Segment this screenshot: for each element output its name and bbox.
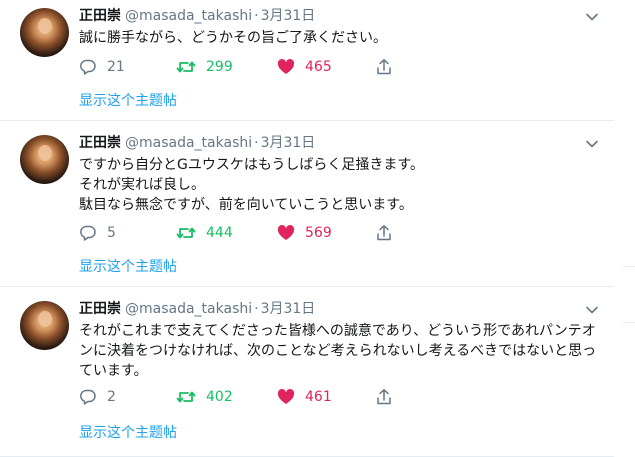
divider [622, 322, 635, 323]
reply-count: 5 [107, 225, 116, 241]
author-name[interactable]: 正田崇 [79, 135, 121, 151]
chevron-down-icon[interactable] [584, 9, 600, 25]
retweet-count: 402 [206, 389, 233, 405]
author-handle[interactable]: @masada_takashi [125, 8, 252, 24]
retweet-button[interactable]: 299 [176, 57, 233, 77]
timeline: 正田崇 @masada_takashi · 3月31日 誠に勝手ながら、どうかその旨ご… [0, 0, 614, 457]
like-button[interactable]: 465 [277, 57, 332, 77]
reply-icon [79, 58, 97, 76]
share-icon [375, 224, 393, 242]
author-handle[interactable]: @masada_takashi [125, 301, 252, 317]
like-count: 461 [305, 389, 332, 405]
tweet[interactable]: 正田崇 @masada_takashi · 3月31日 誠に勝手ながら、どうかその旨ご… [0, 0, 614, 121]
author-name[interactable]: 正田崇 [79, 8, 121, 24]
heart-icon [277, 58, 295, 76]
chevron-down-icon[interactable] [584, 136, 600, 152]
reply-button[interactable]: 5 [79, 223, 116, 243]
side-gutter [614, 0, 635, 456]
tweet-text: ですから自分とGユウスケはもうしばらく足掻きます。 それが実れば良し。 駄目なら… [79, 157, 425, 213]
tweet-text: 誠に勝手ながら、どうかその旨ご了承ください。 [79, 30, 387, 46]
retweet-button[interactable]: 444 [176, 223, 233, 243]
retweet-icon [176, 58, 196, 76]
share-icon [375, 388, 393, 406]
reply-count: 2 [107, 389, 116, 405]
tweet-header: 正田崇 @masada_takashi · 3月31日 [79, 299, 315, 319]
tweet-header: 正田崇 @masada_takashi · 3月31日 [79, 133, 315, 153]
like-count: 465 [305, 59, 332, 75]
reply-button[interactable]: 2 [79, 387, 116, 407]
like-count: 569 [305, 225, 332, 241]
retweet-count: 299 [206, 59, 233, 75]
reply-icon [79, 224, 97, 242]
heart-icon [277, 224, 295, 242]
tweet[interactable]: 正田崇 @masada_takashi · 3月31日 ですから自分とGユウスケはもう… [0, 121, 614, 287]
heart-icon [277, 388, 295, 406]
reply-icon [79, 388, 97, 406]
tweet-header: 正田崇 @masada_takashi · 3月31日 [79, 6, 315, 26]
share-button[interactable] [375, 57, 393, 77]
show-thread-link[interactable]: 显示这个主题帖 [79, 257, 177, 277]
show-thread-link[interactable]: 显示这个主题帖 [79, 91, 177, 111]
separator-dot: · [254, 301, 259, 317]
author-name[interactable]: 正田崇 [79, 301, 121, 317]
tweet-date[interactable]: 3月31日 [261, 8, 316, 24]
tweet-date[interactable]: 3月31日 [261, 301, 316, 317]
retweet-count: 444 [206, 225, 233, 241]
show-thread-link[interactable]: 显示这个主题帖 [79, 423, 177, 443]
avatar[interactable] [20, 8, 69, 57]
retweet-button[interactable]: 402 [176, 387, 233, 407]
avatar[interactable] [20, 135, 69, 184]
chevron-down-icon[interactable] [584, 302, 600, 318]
separator-dot: · [254, 135, 259, 151]
tweet[interactable]: 正田崇 @masada_takashi · 3月31日 それがこれまで支えてくださった… [0, 287, 614, 457]
separator-dot: · [254, 8, 259, 24]
retweet-icon [176, 388, 196, 406]
author-handle[interactable]: @masada_takashi [125, 135, 252, 151]
share-button[interactable] [375, 223, 393, 243]
tweet-text: それがこれまで支えてくださった皆様への誠意であり、どういう形であれパンテオンに決… [79, 323, 597, 379]
divider [622, 266, 635, 267]
retweet-icon [176, 224, 196, 242]
reply-button[interactable]: 21 [79, 57, 125, 77]
share-icon [375, 58, 393, 76]
tweet-actions: 21 299 465 [79, 57, 409, 77]
reply-count: 21 [107, 59, 125, 75]
share-button[interactable] [375, 387, 393, 407]
like-button[interactable]: 461 [277, 387, 332, 407]
tweet-actions: 2 402 461 [79, 387, 409, 407]
like-button[interactable]: 569 [277, 223, 332, 243]
avatar[interactable] [20, 301, 69, 350]
tweet-actions: 5 444 569 [79, 223, 409, 243]
tweet-date[interactable]: 3月31日 [261, 135, 316, 151]
